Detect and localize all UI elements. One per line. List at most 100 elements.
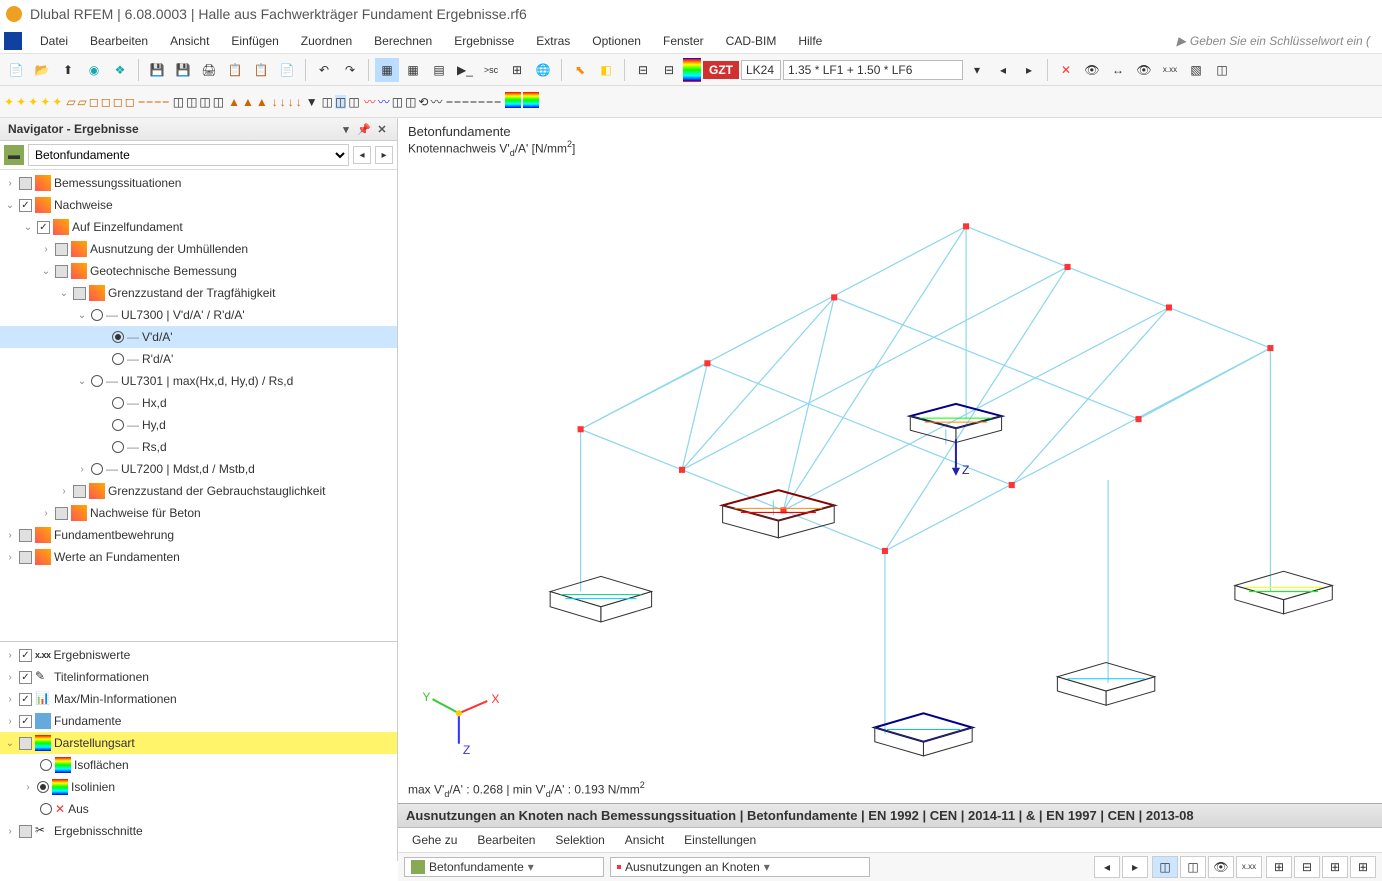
bp-grid1-icon[interactable]: ⊞ [1266, 856, 1292, 878]
render-icon[interactable]: ▧ [1184, 58, 1208, 82]
filter-red-icon[interactable]: ✕ [1054, 58, 1078, 82]
navigator-selector[interactable]: Betonfundamente [28, 144, 349, 166]
radio[interactable] [91, 463, 103, 475]
star3-icon[interactable]: ✦ [28, 95, 38, 109]
radio[interactable] [112, 331, 124, 343]
expand-icon[interactable]: › [4, 694, 16, 705]
paste-icon[interactable]: 📋 [249, 58, 273, 82]
tree-ergebniswerte[interactable]: › x.xx Ergebniswerte [0, 644, 397, 666]
console-icon[interactable]: ▶_ [453, 58, 477, 82]
expand-icon[interactable]: › [4, 178, 16, 189]
tree-werte-fundamenten[interactable]: › Werte an Fundamenten [0, 546, 397, 568]
expand-icon[interactable]: › [4, 530, 16, 541]
prev-icon[interactable]: ◂ [991, 58, 1015, 82]
mem7-icon[interactable]: ⎯ [495, 94, 501, 109]
tree-bemessungssituationen[interactable]: › Bemessungssituationen [0, 172, 397, 194]
checkbox[interactable] [73, 287, 86, 300]
tree-darstellungsart[interactable]: ⌄ Darstellungsart [0, 732, 397, 754]
checkbox[interactable] [19, 177, 32, 190]
eye2-icon[interactable]: 👁 [1132, 58, 1156, 82]
sec3-icon[interactable]: ◫ [199, 95, 210, 109]
radio[interactable] [91, 375, 103, 387]
checkbox[interactable] [19, 693, 32, 706]
new-icon[interactable]: 📄 [4, 58, 28, 82]
star1-icon[interactable]: ✦ [4, 95, 14, 109]
checkbox[interactable] [19, 649, 32, 662]
shape5-icon[interactable]: ◻ [113, 95, 123, 109]
res2-icon[interactable]: 〰 [378, 93, 390, 110]
bp-grid2-icon[interactable]: ⊟ [1294, 856, 1320, 878]
radio[interactable] [112, 419, 124, 431]
nav-dropdown-icon[interactable]: ▾ [339, 122, 353, 136]
mem3-icon[interactable]: ⎯ [463, 94, 469, 109]
mem5-icon[interactable]: ⎯ [479, 94, 485, 109]
open-icon[interactable]: 📂 [30, 58, 54, 82]
checkbox[interactable] [19, 199, 32, 212]
expand-icon[interactable]: › [4, 672, 16, 683]
menu-einfuegen[interactable]: Einfügen [221, 31, 288, 51]
view1-icon[interactable]: ◫ [322, 95, 333, 109]
collapse-icon[interactable]: ⌄ [22, 222, 34, 233]
collapse-icon[interactable]: ⌄ [76, 310, 88, 321]
bp-menu-bearbeiten[interactable]: Bearbeiten [469, 831, 543, 849]
tree-hyd[interactable]: — Hy,d [0, 414, 397, 436]
result-type-selector[interactable]: Ausnutzungen an Knoten [610, 857, 870, 877]
next-icon[interactable]: ▸ [1017, 58, 1041, 82]
sup3-icon[interactable]: ▲ [256, 95, 268, 109]
nav-pin-icon[interactable]: 📌 [357, 122, 371, 136]
iso2-icon[interactable] [523, 92, 539, 111]
menu-optionen[interactable]: Optionen [582, 31, 651, 51]
beam3-icon[interactable]: ⎯ [155, 94, 161, 109]
tree-rda[interactable]: — R'd/A' [0, 348, 397, 370]
nav-close-icon[interactable]: ✕ [375, 122, 389, 136]
menu-extras[interactable]: Extras [526, 31, 580, 51]
doc-icon[interactable]: 📄 [275, 58, 299, 82]
menu-zuordnen[interactable]: Zuordnen [291, 31, 362, 51]
tree-ergebnisschnitte[interactable]: › ✂ Ergebnisschnitte [0, 820, 397, 842]
link2-icon[interactable]: ⊟ [657, 58, 681, 82]
grid-icon[interactable]: ⊞ [505, 58, 529, 82]
tree-gzg[interactable]: › Grenzzustand der Gebrauchstauglichkeit [0, 480, 397, 502]
expand-icon[interactable]: › [4, 826, 16, 837]
collapse-icon[interactable]: ⌄ [4, 738, 16, 749]
beam4-icon[interactable]: ⎯ [163, 94, 169, 109]
nav-next-button[interactable]: ▸ [375, 146, 393, 164]
expand-icon[interactable]: › [4, 650, 16, 661]
upload-icon[interactable]: ⬆ [56, 58, 80, 82]
bp-view2-icon[interactable]: ◫ [1180, 856, 1206, 878]
solid-icon[interactable]: ◫ [1210, 58, 1234, 82]
bp-grid4-icon[interactable]: ⊞ [1350, 856, 1376, 878]
tree-rsd[interactable]: — Rs,d [0, 436, 397, 458]
res3-icon[interactable]: ◫ [392, 95, 403, 109]
tree-isolinien[interactable]: › Isolinien [0, 776, 397, 798]
star2-icon[interactable]: ✦ [16, 95, 26, 109]
mem2-icon[interactable]: ⎯ [455, 94, 461, 109]
sec1-icon[interactable]: ◫ [173, 95, 184, 109]
undo-icon[interactable]: ↶ [312, 58, 336, 82]
tree-ausnutzung[interactable]: › Ausnutzung der Umhüllenden [0, 238, 397, 260]
eye-icon[interactable]: 👁 [1080, 58, 1104, 82]
view2-icon[interactable]: ◫ [335, 95, 346, 109]
viewport[interactable]: Betonfundamente Knotennachweis V'd/A' [N… [398, 118, 1382, 861]
checkbox[interactable] [73, 485, 86, 498]
tree-hxd[interactable]: — Hx,d [0, 392, 397, 414]
tree-auf-einzelfundament[interactable]: ⌄ Auf Einzelfundament [0, 216, 397, 238]
radio[interactable] [112, 397, 124, 409]
copy-icon[interactable]: 📋 [223, 58, 247, 82]
load3-icon[interactable]: ↓ [288, 95, 294, 109]
expand-icon[interactable]: › [40, 244, 52, 255]
collapse-icon[interactable]: ⌄ [40, 266, 52, 277]
bp-view1-icon[interactable]: ◫ [1152, 856, 1178, 878]
checkbox[interactable] [19, 715, 32, 728]
checkbox[interactable] [19, 529, 32, 542]
viewport-canvas[interactable]: Z X Y Z [398, 164, 1382, 776]
tree-ul7200[interactable]: › — UL7200 | Mdst,d / Mstb,d [0, 458, 397, 480]
star4-icon[interactable]: ✦ [40, 95, 50, 109]
mem4-icon[interactable]: ⎯ [471, 94, 477, 109]
menu-fenster[interactable]: Fenster [653, 31, 714, 51]
bp-menu-ansicht[interactable]: Ansicht [617, 831, 672, 849]
panel3-icon[interactable]: ▤ [427, 58, 451, 82]
expand-icon[interactable]: › [22, 782, 34, 793]
shape2-icon[interactable]: ▱ [78, 95, 87, 109]
res6-icon[interactable]: 〰 [430, 93, 442, 110]
